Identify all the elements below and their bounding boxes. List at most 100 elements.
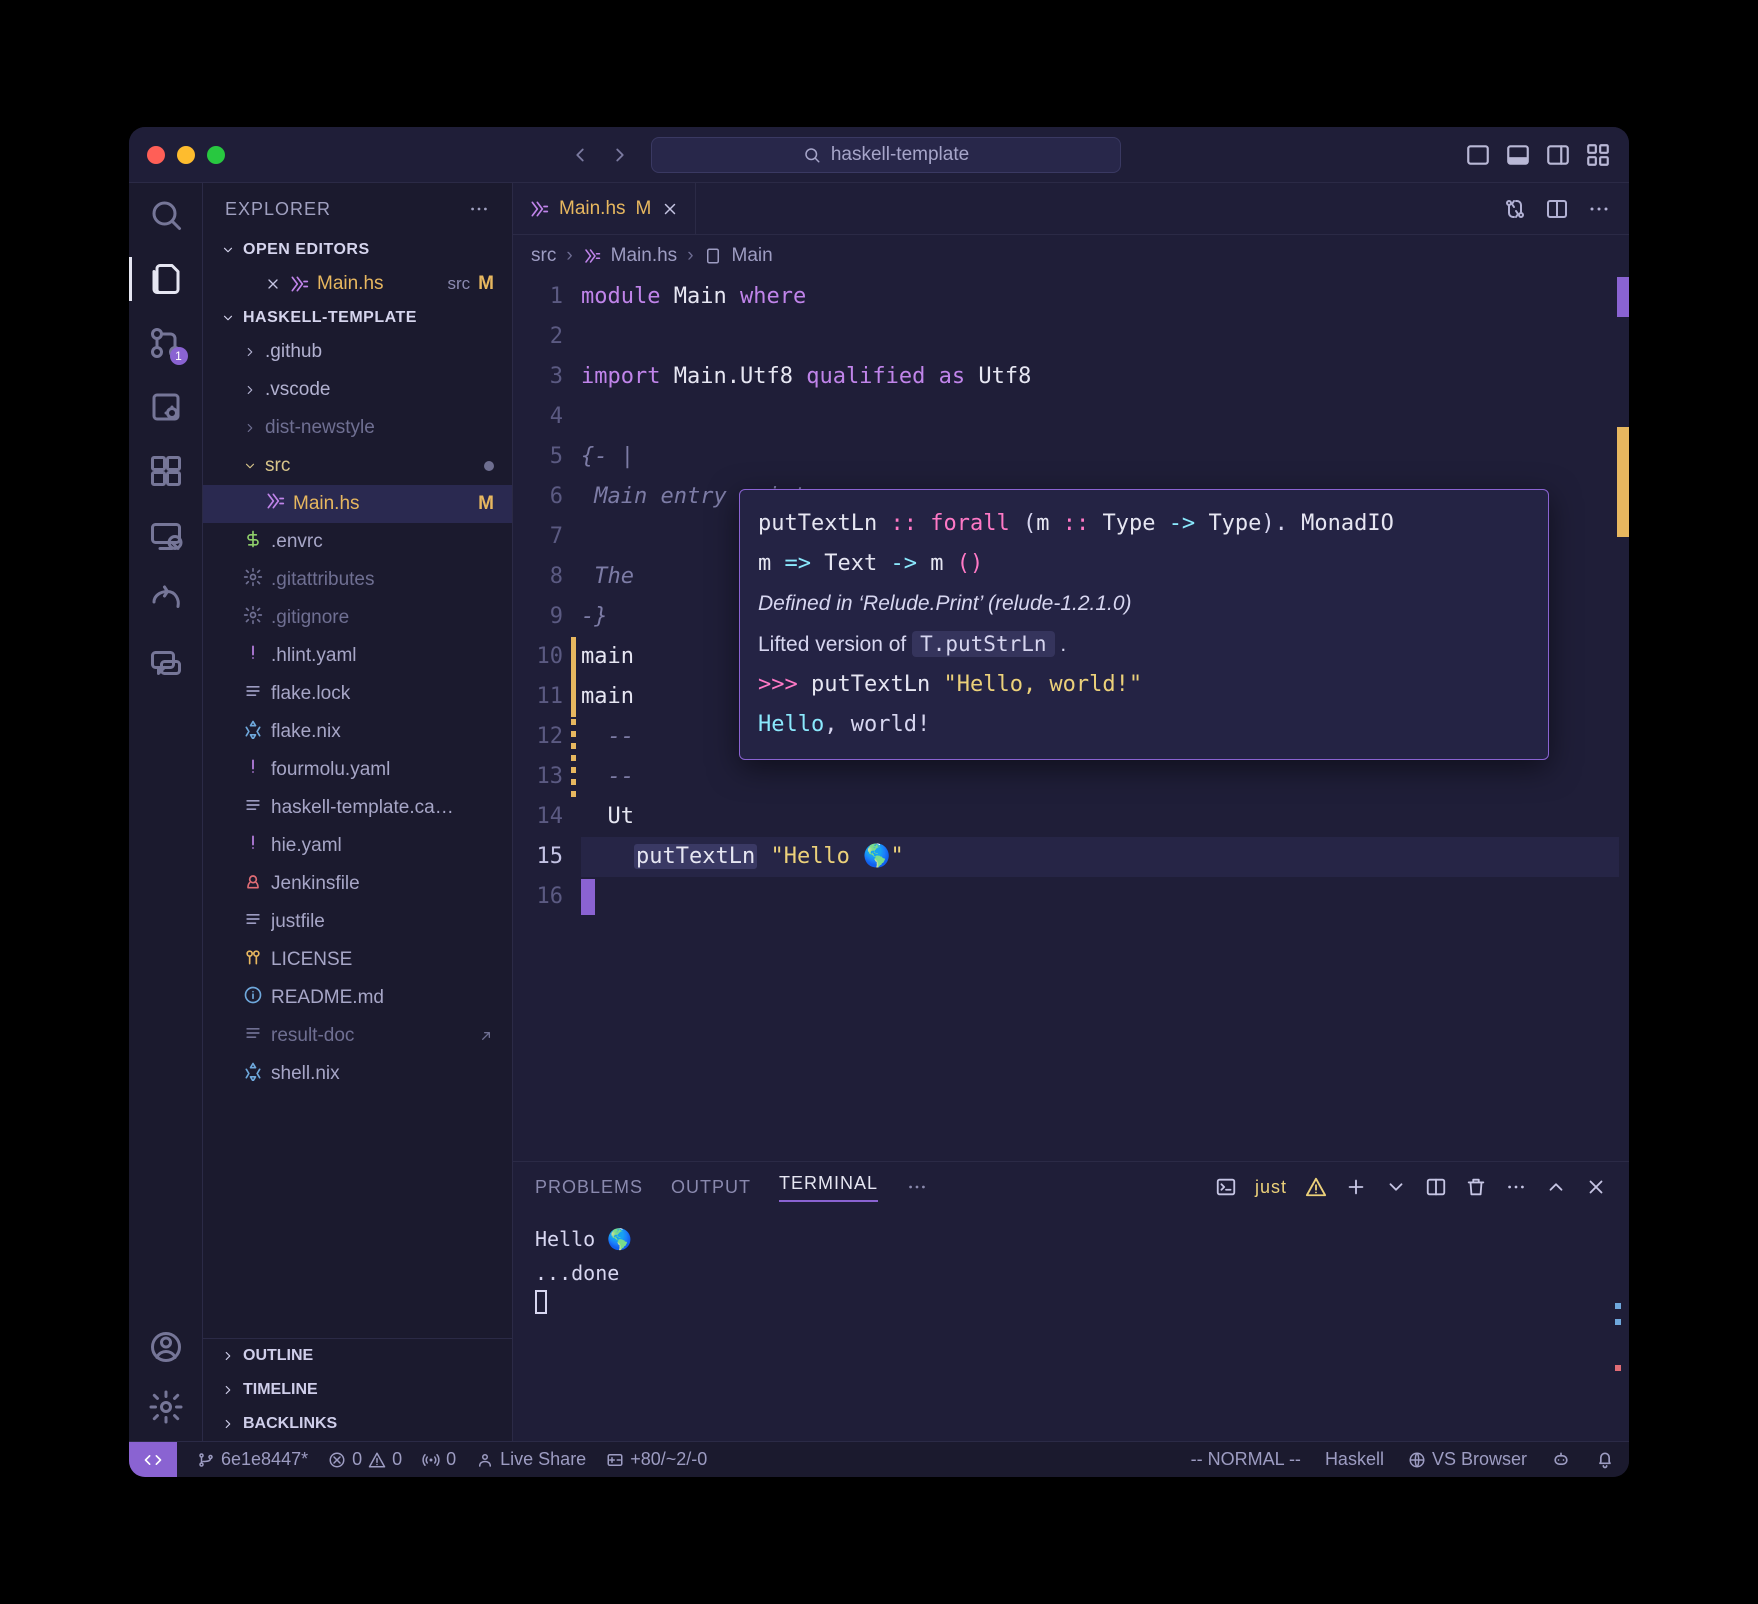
file-row[interactable]: .envrc xyxy=(203,523,512,561)
code-line[interactable] xyxy=(581,317,1619,357)
panel-more-icon-2[interactable] xyxy=(1505,1176,1527,1198)
file-row[interactable]: LICENSE xyxy=(203,941,512,979)
panel-tab-problems[interactable]: PROBLEMS xyxy=(535,1177,643,1198)
folder-row[interactable]: .vscode xyxy=(203,371,512,409)
hover-defined-in: Defined in ‘Relude.Print’ (relude-1.2.1.… xyxy=(758,584,1530,624)
toggle-primary-sidebar-icon[interactable] xyxy=(1465,142,1491,168)
open-editor-item[interactable]: Main.hs src M xyxy=(203,265,512,303)
file-row[interactable]: flake.nix xyxy=(203,713,512,751)
accounts-activity[interactable] xyxy=(148,1329,184,1365)
breadcrumbs[interactable]: src › Main.hs › Main xyxy=(513,235,1629,277)
file-row[interactable]: README.md xyxy=(203,979,512,1017)
file-row[interactable]: Main.hsM xyxy=(203,485,512,523)
code-area[interactable]: module Main where import Main.Utf8 qualif… xyxy=(581,277,1629,1161)
warning-icon xyxy=(368,1451,386,1469)
cursor xyxy=(581,879,595,915)
folder-row[interactable]: .github xyxy=(203,333,512,371)
more-actions-icon[interactable] xyxy=(1587,197,1611,221)
git-branch-status[interactable]: 6e1e8447* xyxy=(197,1449,308,1470)
terminal-dropdown-icon[interactable] xyxy=(1385,1176,1407,1198)
code-line[interactable] xyxy=(581,877,1619,917)
open-editors-section[interactable]: OPEN EDITORS xyxy=(203,235,512,265)
liveshare-status[interactable]: Live Share xyxy=(476,1449,586,1470)
file-row[interactable]: hie.yaml xyxy=(203,827,512,865)
comments-activity[interactable] xyxy=(148,645,184,681)
task-name[interactable]: just xyxy=(1255,1177,1287,1198)
minimize-window-button[interactable] xyxy=(177,146,195,164)
remote-indicator[interactable] xyxy=(129,1442,177,1477)
vim-mode-status: -- NORMAL -- xyxy=(1191,1449,1301,1470)
maximize-window-button[interactable] xyxy=(207,146,225,164)
command-center[interactable]: haskell-template xyxy=(651,137,1121,173)
maximize-panel-icon[interactable] xyxy=(1545,1176,1567,1198)
language-status[interactable]: Haskell xyxy=(1325,1449,1384,1470)
file-row[interactable]: justfile xyxy=(203,903,512,941)
code-line[interactable]: Ut xyxy=(581,797,1619,837)
backlinks-section[interactable]: BACKLINKS xyxy=(203,1407,512,1441)
new-terminal-icon[interactable] xyxy=(1345,1176,1367,1198)
toggle-secondary-sidebar-icon[interactable] xyxy=(1545,142,1571,168)
minimap[interactable] xyxy=(1615,277,1629,1161)
globe-icon xyxy=(1408,1451,1426,1469)
code-line[interactable]: module Main where xyxy=(581,277,1619,317)
error-icon xyxy=(328,1451,346,1469)
copilot-icon[interactable] xyxy=(1551,1450,1571,1470)
scm-badge: 1 xyxy=(170,347,188,365)
code-line[interactable]: -- xyxy=(581,757,1619,797)
nav-forward-icon[interactable] xyxy=(609,144,631,166)
file-row[interactable]: flake.lock xyxy=(203,675,512,713)
file-row[interactable]: haskell-template.ca… xyxy=(203,789,512,827)
panel-tab-terminal[interactable]: TERMINAL xyxy=(779,1173,878,1202)
code-line[interactable]: import Main.Utf8 qualified as Utf8 xyxy=(581,357,1619,397)
file-row[interactable]: .gitignore xyxy=(203,599,512,637)
problems-status[interactable]: 0 0 xyxy=(328,1449,402,1470)
search-activity[interactable] xyxy=(148,197,184,233)
extensions-activity[interactable] xyxy=(148,453,184,489)
file-row[interactable]: shell.nix xyxy=(203,1055,512,1093)
kill-terminal-icon[interactable] xyxy=(1465,1176,1487,1198)
source-control-activity[interactable]: 1 xyxy=(148,325,184,361)
sidebar-header: EXPLORER xyxy=(203,183,512,235)
outline-section[interactable]: OUTLINE xyxy=(203,1339,512,1373)
folder-row[interactable]: src xyxy=(203,447,512,485)
file-row[interactable]: .gitattributes xyxy=(203,561,512,599)
close-tab-icon[interactable] xyxy=(661,200,679,218)
close-panel-icon[interactable] xyxy=(1585,1176,1607,1198)
explorer-activity[interactable] xyxy=(148,261,184,297)
file-row[interactable]: fourmolu.yaml xyxy=(203,751,512,789)
command-center-text: haskell-template xyxy=(831,144,969,166)
close-window-button[interactable] xyxy=(147,146,165,164)
run-manager-activity[interactable] xyxy=(148,389,184,425)
sidebar-more-icon[interactable] xyxy=(468,198,490,220)
workspace-section[interactable]: HASKELL-TEMPLATE xyxy=(203,303,512,333)
code-line[interactable]: {- | xyxy=(581,437,1619,477)
toggle-panel-icon[interactable] xyxy=(1505,142,1531,168)
code-line[interactable] xyxy=(581,397,1619,437)
search-icon xyxy=(803,146,821,164)
editor-tab-active[interactable]: Main.hs M xyxy=(513,183,696,234)
browser-status[interactable]: VS Browser xyxy=(1408,1449,1527,1470)
code-line[interactable]: putTextLn "Hello 🌎" xyxy=(581,837,1619,877)
settings-activity[interactable] xyxy=(148,1389,184,1425)
layout-customize-icon[interactable] xyxy=(1585,142,1611,168)
ports-status[interactable]: 0 xyxy=(422,1449,456,1470)
share-activity[interactable] xyxy=(148,581,184,617)
folder-row[interactable]: dist-newstyle xyxy=(203,409,512,447)
file-row[interactable]: Jenkinsfile xyxy=(203,865,512,903)
panel-more-icon[interactable] xyxy=(906,1176,928,1198)
file-row[interactable]: result-doc xyxy=(203,1017,512,1055)
panel-tab-output[interactable]: OUTPUT xyxy=(671,1177,751,1198)
split-editor-icon[interactable] xyxy=(1545,197,1569,221)
bell-icon[interactable] xyxy=(1595,1450,1615,1470)
split-terminal-icon[interactable] xyxy=(1425,1176,1447,1198)
git-compare-icon[interactable] xyxy=(1503,197,1527,221)
traffic-lights xyxy=(147,146,225,164)
nav-back-icon[interactable] xyxy=(569,144,591,166)
diff-status[interactable]: +80/~2/-0 xyxy=(606,1449,707,1470)
close-icon[interactable] xyxy=(265,276,281,292)
file-row[interactable]: .hlint.yaml xyxy=(203,637,512,675)
timeline-section[interactable]: TIMELINE xyxy=(203,1373,512,1407)
remote-explorer-activity[interactable] xyxy=(148,517,184,553)
terminal-body[interactable]: Hello 🌎...done xyxy=(513,1212,1629,1441)
code-editor[interactable]: 12345678910111213141516 module Main wher… xyxy=(513,277,1629,1161)
